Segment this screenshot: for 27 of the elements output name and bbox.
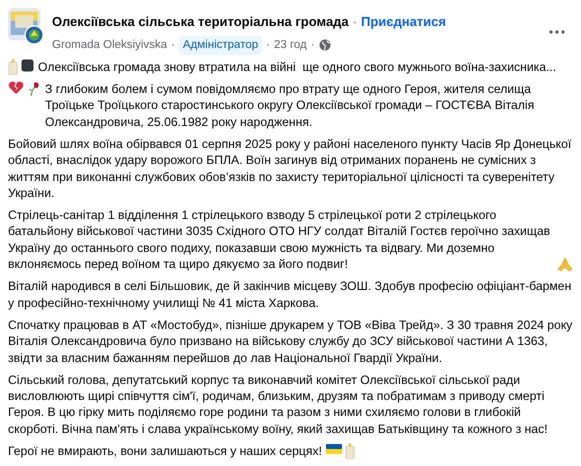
separator-dot: ·: [310, 38, 315, 52]
wilted-flower-icon: [27, 81, 41, 98]
post-paragraph: Сільський голова, депутатський корпус та виконавчий комітет Олексіївської сільської ради висловлюють щирі співчуття сім'ї, родичам, близьким, друзям та побратимам з приводу смерті Героя. В цю гірку мить поділяємо горе родини та разом з ними схиляємо голови в глибокій скорботі. Вічна пам'ять і слава українському воїну, який захищав Батьківщину та кожного з нас!: [8, 372, 549, 437]
post-time[interactable]: 23 год: [274, 36, 307, 54]
post-paragraph: Бойовий шлях воїна обірвався 01 серпня 2025 року у районі населеного пункту Часів Яр Донецької області, внаслідок удару ворожого БПЛА. Воїн загинув від отриманих поранень не сумісних з життям при виконанні службових обов’язків по захисту територіальної цілісності та суверенітету України.: [8, 136, 572, 202]
post-paragraph: З глибоким болем і сумом повідомляємо про втрату ще одного Героя, жителя селища Троїцьке Троїцького старостинського округу Олексіївської громади – ГОСТЄВА Віталія Олександровича, 25.06.1982 року народження.: [45, 81, 536, 130]
separator-dot: ·: [266, 38, 270, 52]
post-paragraph: Спочатку працював в АТ «Мостобуд», пізніше друкарем у ТОВ «Віва Трейд». З 30 травня 2024 року Віталія Олександровича було призвано на військову службу до ЗСУ військової частини А 1363, звідти за власним бажанням перейшов до лав Національної Гвардії України.: [8, 316, 573, 366]
candle-icon: [344, 443, 355, 460]
more-icon: [549, 30, 565, 34]
praying-hands-icon: [557, 257, 573, 272]
post-paragraph: Віталій народився в селі Більшовик, де й закінчив місцеву ЗОШ. Здобув професію офіціант-бармен у професійно-технічному училищі № 41 міста Харкова.: [8, 278, 572, 311]
separator-dot: ·: [171, 38, 175, 52]
globe-icon: [318, 39, 331, 52]
page-avatar[interactable]: [8, 8, 44, 44]
join-link[interactable]: Приєднатися: [361, 12, 446, 32]
post-paragraph: Герої не вмирають, вони залишаються у наших серцях!: [8, 442, 322, 460]
candle-icon: [8, 58, 18, 75]
post-paragraph: Олексіївська громада знову втратила на війні ще одного свого мужнього воїна-захисника...: [38, 58, 558, 76]
role-badge: Адміністратор: [178, 36, 262, 55]
broken-heart-icon: [8, 81, 24, 96]
square-icon: [21, 58, 34, 72]
separator-dot: ·: [352, 13, 358, 31]
page-name[interactable]: Олексіївська сільська територіальна громада: [52, 12, 349, 32]
post-paragraph: Стрілець-санітар 1 відділення 1 стрілецького взводу 5 стрілецької роти 2 стрілецького батальйону військової частини 3035 Східного ОТО НГУ солдат Віталій Гостєв героїчно захищав Україну до останнього свого подиху, показавши свою мужність та відвагу. Ми доземно вклоняємось перед воїном та щиро дякуємо за його подвиг!: [8, 207, 552, 272]
ukraine-flag-icon: [326, 443, 342, 456]
author-name[interactable]: Gromada Oleksiyivska: [52, 36, 168, 54]
